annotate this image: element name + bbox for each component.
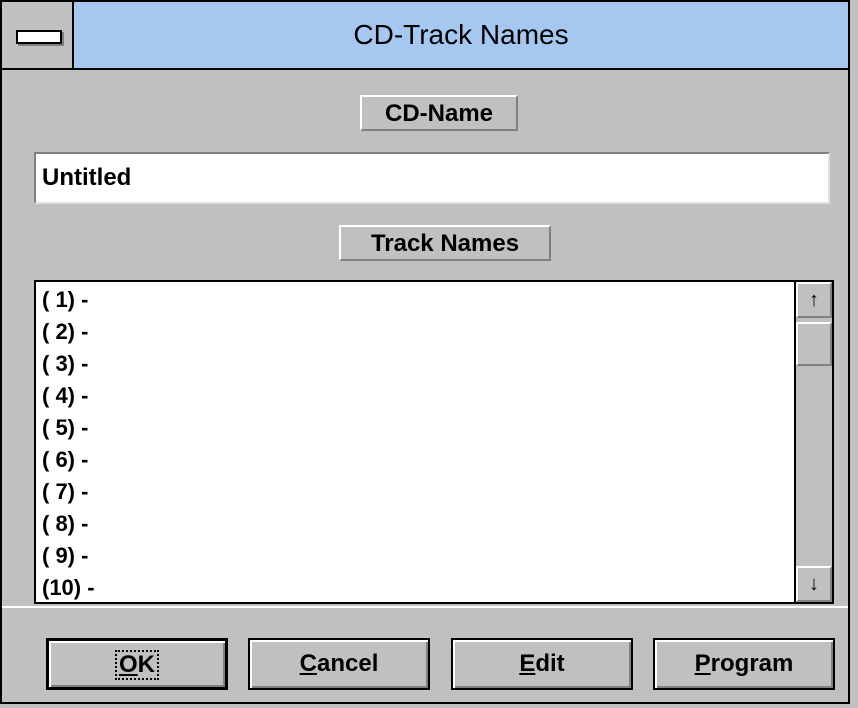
arrow-up-icon: ↑ [809,289,819,311]
divider [2,606,848,608]
track-list-item[interactable]: ( 2) - [42,316,792,348]
track-list-item[interactable]: ( 6) - [42,444,792,476]
track-list-items: ( 1) -( 2) -( 3) -( 4) -( 5) -( 6) -( 7)… [42,284,792,602]
window-title: CD-Track Names [353,19,569,50]
track-names-label: Track Names [339,225,551,261]
system-menu-button[interactable] [2,2,74,68]
program-button[interactable]: Program [653,638,835,690]
ok-focus-rect: OK [114,650,160,680]
ok-label-rest: K [137,651,155,678]
track-list-item[interactable]: ( 1) - [42,284,792,316]
title-bar: CD-Track Names [2,2,848,70]
track-list-item[interactable]: ( 5) - [42,412,792,444]
edit-mnemonic: E [519,650,536,677]
track-list-item[interactable]: (10) - [42,572,792,602]
track-list-item[interactable]: ( 7) - [42,476,792,508]
scroll-down-button[interactable]: ↓ [796,566,832,602]
scroll-up-button[interactable]: ↑ [796,282,832,318]
program-mnemonic: P [694,650,711,677]
ok-button[interactable]: OK [46,638,228,690]
cancel-button[interactable]: Cancel [248,638,430,690]
vertical-scrollbar[interactable]: ↑ ↓ [794,282,832,602]
cd-name-field[interactable] [34,152,830,204]
edit-button[interactable]: Edit [451,638,633,690]
track-list-item[interactable]: ( 9) - [42,540,792,572]
cancel-mnemonic: C [299,650,317,677]
system-menu-icon [16,30,62,44]
scroll-thumb[interactable] [796,322,832,366]
program-label-rest: rogram [710,650,794,677]
track-names-list[interactable]: ( 1) -( 2) -( 3) -( 4) -( 5) -( 6) -( 7)… [34,280,834,604]
track-list-item[interactable]: ( 4) - [42,380,792,412]
cd-track-names-dialog: CD-Track Names CD-Name Track Names ( 1) … [0,0,850,704]
track-list-item[interactable]: ( 3) - [42,348,792,380]
edit-label-rest: dit [535,650,565,677]
cancel-label-rest: ancel [316,650,379,677]
ok-mnemonic: O [118,651,138,678]
arrow-down-icon: ↓ [809,573,819,595]
cd-name-label: CD-Name [360,95,518,131]
track-list-item[interactable]: ( 8) - [42,508,792,540]
